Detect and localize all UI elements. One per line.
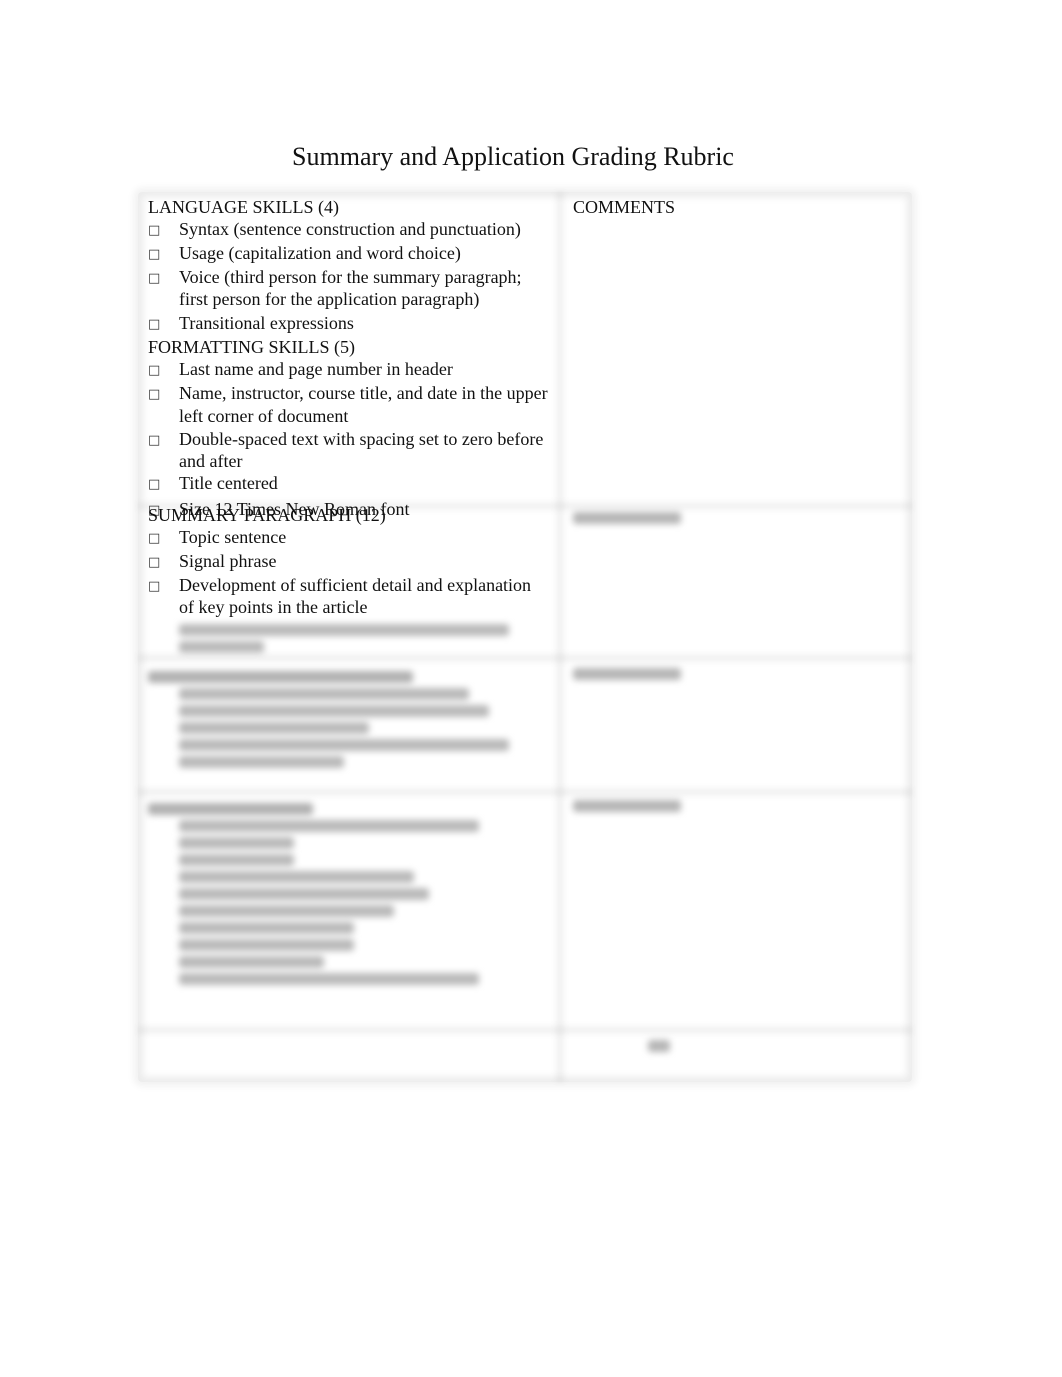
criterion-item: □ Signal phrase xyxy=(148,550,548,574)
section-heading-summary: SUMMARY PARAGRAPH (12) xyxy=(148,505,386,525)
comments-cell-language-formatting: COMMENTS xyxy=(573,196,675,218)
obscured-comments-label xyxy=(573,800,681,812)
criteria-cell-language-formatting: LANGUAGE SKILLS (4) □ Syntax (sentence c… xyxy=(148,196,548,522)
bullet-icon: □ xyxy=(148,363,161,378)
criterion-item: □ Last name and page number in header xyxy=(148,358,548,382)
criterion-item: □ Double-spaced text with spacing set to… xyxy=(148,429,544,471)
bullet-icon: □ xyxy=(148,555,161,570)
total-score-cell xyxy=(648,1040,670,1052)
comments-cell-application xyxy=(573,668,681,680)
bullet-icon: □ xyxy=(148,433,161,448)
obscured-total xyxy=(648,1040,670,1052)
criteria-cell-summary: SUMMARY PARAGRAPH (12) □ Topic sentence … xyxy=(148,504,548,658)
bullet-icon: □ xyxy=(148,317,161,332)
criterion-item: □ Topic sentence xyxy=(148,526,548,550)
criterion-item: □ Syntax (sentence construction and punc… xyxy=(148,218,548,242)
obscured-comments-label xyxy=(573,512,681,524)
criterion-item: □ Voice (third person for the summary pa… xyxy=(148,267,522,309)
bullet-icon: □ xyxy=(148,247,161,262)
comments-cell-summary xyxy=(573,512,681,524)
section-heading-formatting: FORMATTING SKILLS (5) xyxy=(148,337,355,357)
bullet-icon: □ xyxy=(148,579,161,594)
section-heading-language: LANGUAGE SKILLS (4) xyxy=(148,197,339,217)
comments-cell-works-cited xyxy=(573,800,681,812)
comments-label: COMMENTS xyxy=(573,197,676,217)
document-title: Summary and Application Grading Rubric xyxy=(292,142,734,171)
row-divider xyxy=(138,1026,912,1034)
criterion-item: □ Transitional expressions xyxy=(148,312,548,336)
bullet-icon: □ xyxy=(148,531,161,546)
criteria-cell-application xyxy=(148,666,548,773)
bullet-icon: □ xyxy=(148,223,161,238)
criteria-cell-works-cited xyxy=(148,798,548,990)
row-divider xyxy=(138,788,912,796)
bullet-icon: □ xyxy=(148,477,161,492)
criterion-item: □ Development of sufficient detail and e… xyxy=(148,575,532,617)
bullet-icon: □ xyxy=(148,387,161,402)
obscured-criteria xyxy=(148,624,548,653)
criterion-item: □ Usage (capitalization and word choice) xyxy=(148,242,548,266)
criterion-item: □ Name, instructor, course title, and da… xyxy=(148,383,548,426)
criterion-item: □ Title centered xyxy=(148,472,548,496)
column-divider xyxy=(556,192,564,1082)
rubric-table: LANGUAGE SKILLS (4) □ Syntax (sentence c… xyxy=(138,192,912,1082)
obscured-comments-label xyxy=(573,668,681,680)
bullet-icon: □ xyxy=(148,271,161,286)
